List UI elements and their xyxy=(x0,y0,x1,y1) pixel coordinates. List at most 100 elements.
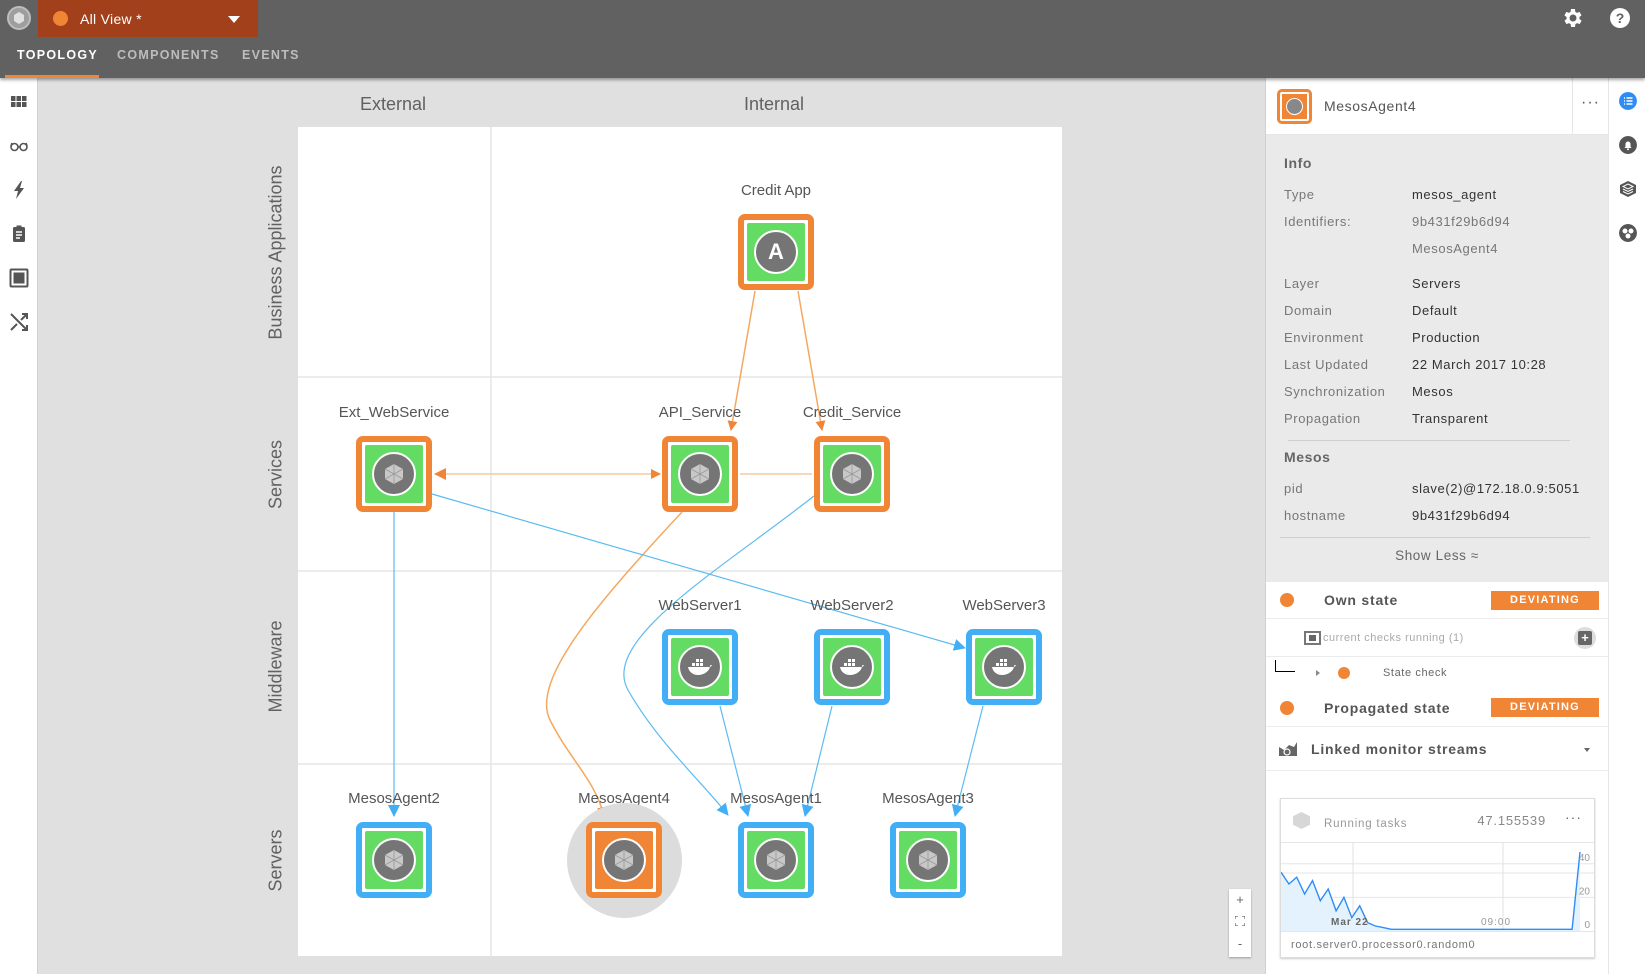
expand-icon[interactable] xyxy=(1316,670,1320,676)
info-row: Domain Default xyxy=(1284,303,1458,318)
stream-type-icon xyxy=(1293,812,1310,829)
propagated-state-row: Propagated state DEVIATING xyxy=(1266,689,1608,726)
mesos-heading: Mesos xyxy=(1284,449,1331,465)
monitor-stream-card: Running tasks 47.155539 ··· 0 20 40 Mar 22 0… xyxy=(1280,798,1595,958)
x-tick-label: Mar 22 xyxy=(1331,917,1369,928)
own-state-label: Own state xyxy=(1324,592,1399,608)
row-label-business-applications: Business Applications xyxy=(265,165,286,340)
state-dot xyxy=(1280,700,1294,715)
tab-components[interactable]: COMPONENTS xyxy=(117,48,220,62)
node-mesosagent4[interactable] xyxy=(586,822,662,898)
stack-icon[interactable] xyxy=(1619,180,1637,198)
mesos-icon xyxy=(830,452,874,496)
linked-monitor-streams-toggle[interactable]: Linked monitor streams xyxy=(1266,726,1608,771)
node-api-service[interactable] xyxy=(662,436,738,512)
state-check-label: State check xyxy=(1383,667,1448,679)
view-selector-label: All View * xyxy=(80,10,142,27)
add-check-button[interactable]: + xyxy=(1574,627,1596,649)
node-webserver1[interactable] xyxy=(662,629,738,705)
propagated-state-badge: DEVIATING xyxy=(1491,698,1599,717)
state-dot xyxy=(1338,667,1350,679)
node-label: WebServer2 xyxy=(810,597,894,614)
y-tick-label: 20 xyxy=(1579,886,1591,897)
node-label: Ext_WebService xyxy=(338,404,450,421)
zoom-out-button[interactable]: - xyxy=(1229,933,1251,955)
frame-icon[interactable] xyxy=(9,268,29,288)
divider xyxy=(1280,537,1590,538)
mesos-icon xyxy=(754,838,798,882)
stream-query: root.server0.processor0.random0 xyxy=(1281,931,1594,957)
y-tick-label: 0 xyxy=(1584,920,1590,931)
mesos-icon xyxy=(906,838,950,882)
lightning-icon[interactable] xyxy=(9,180,29,200)
zoom-controls: + - xyxy=(1229,889,1251,957)
column-header-external: External xyxy=(360,94,427,114)
info-row: Last Updated 22 March 2017 10:28 xyxy=(1284,357,1547,372)
node-credit-service[interactable] xyxy=(814,436,890,512)
propagated-state-label: Propagated state xyxy=(1324,699,1451,716)
zoom-fit-button[interactable] xyxy=(1229,911,1251,933)
node-credit-app[interactable]: A xyxy=(738,214,814,290)
tab-events[interactable]: EVENTS xyxy=(242,48,300,62)
fit-screen-icon xyxy=(1234,915,1246,927)
help-icon[interactable]: ? xyxy=(1608,6,1632,30)
glasses-icon[interactable] xyxy=(9,136,29,156)
tab-topology[interactable]: TOPOLOGY xyxy=(17,48,98,62)
view-status-dot xyxy=(53,11,68,26)
left-toolbar xyxy=(0,78,38,974)
divider xyxy=(1288,440,1570,441)
mesos-icon xyxy=(678,452,722,496)
node-webserver2[interactable] xyxy=(814,629,890,705)
show-less-button[interactable]: Show Less ≈ xyxy=(1284,548,1590,563)
clipboard-icon[interactable] xyxy=(9,224,29,244)
mesos-icon xyxy=(372,838,416,882)
info-section: Info Type mesos_agent Identifiers: 9b431f2… xyxy=(1266,135,1608,582)
node-webserver3[interactable] xyxy=(966,629,1042,705)
view-selector[interactable]: All View * xyxy=(38,0,258,37)
node-label: WebServer1 xyxy=(658,597,742,614)
info-row: Type mesos_agent xyxy=(1284,187,1497,202)
shuffle-icon[interactable] xyxy=(9,312,29,332)
list-icon[interactable] xyxy=(1619,92,1637,110)
stream-chart: 0 20 40 Mar 22 09:00 xyxy=(1281,843,1594,931)
node-label: MesosAgent2 xyxy=(348,790,440,807)
grid-icon[interactable] xyxy=(9,92,29,112)
row-label-middleware: Middleware xyxy=(265,620,286,713)
stream-more-button[interactable]: ··· xyxy=(1565,809,1582,825)
gear-icon[interactable] xyxy=(1560,6,1584,30)
docker-icon xyxy=(678,645,722,689)
chevron-down-icon xyxy=(1584,748,1590,752)
stream-value: 47.155539 xyxy=(1477,813,1546,828)
checks-label: current checks running (1) xyxy=(1323,631,1464,644)
more-options-button[interactable]: ··· xyxy=(1572,78,1608,135)
details-title: MesosAgent4 xyxy=(1324,98,1417,114)
linked-monitor-streams-label: Linked monitor streams xyxy=(1311,740,1488,757)
own-state-badge: DEVIATING xyxy=(1491,590,1599,610)
node-mesosagent3[interactable] xyxy=(890,822,966,898)
state-check-row[interactable]: State check xyxy=(1266,657,1608,689)
bell-icon[interactable] xyxy=(1619,136,1637,154)
node-mesosagent2[interactable] xyxy=(356,822,432,898)
app-logo-icon[interactable] xyxy=(7,6,31,30)
svg-text:?: ? xyxy=(1616,10,1625,26)
node-mesosagent1[interactable] xyxy=(738,822,814,898)
docker-icon xyxy=(982,645,1026,689)
component-icon xyxy=(1277,88,1312,124)
node-label: Credit App xyxy=(740,182,812,199)
info-row: MesosAgent4 xyxy=(1412,241,1499,256)
docker-icon xyxy=(830,645,874,689)
zoom-in-button[interactable]: + xyxy=(1229,889,1251,911)
column-header-internal: Internal xyxy=(744,94,805,114)
node-label: API_Service xyxy=(658,404,742,421)
state-dot xyxy=(1280,593,1294,607)
application-icon: A xyxy=(754,230,798,274)
own-state-row: Own state DEVIATING xyxy=(1266,582,1608,619)
active-tab-indicator xyxy=(5,75,99,78)
mesos-icon xyxy=(372,452,416,496)
info-row: Environment Production xyxy=(1284,330,1481,345)
node-label: Credit_Service xyxy=(802,404,902,421)
mesos-row: pid slave(2)@172.18.0.9:5051 xyxy=(1284,481,1580,496)
network-icon[interactable] xyxy=(1619,224,1637,242)
node-ext-webservice[interactable] xyxy=(356,436,432,512)
info-row: Synchronization Mesos xyxy=(1284,384,1454,399)
